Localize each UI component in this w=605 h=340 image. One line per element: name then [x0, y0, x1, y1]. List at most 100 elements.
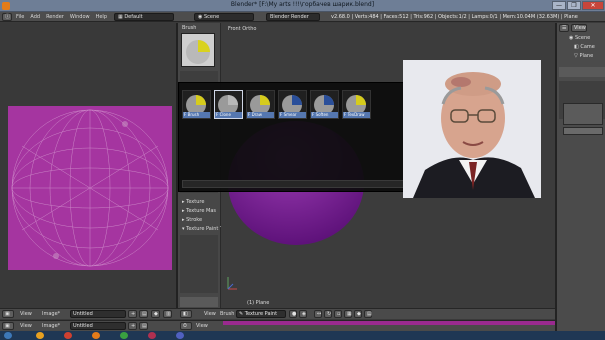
uv2-view-menu[interactable]: View	[20, 323, 32, 329]
brush-tile-smear[interactable]: F Smear	[278, 90, 307, 119]
minimize-button[interactable]: —	[552, 1, 566, 10]
layers-icon[interactable]: ▦	[344, 310, 352, 318]
viewport-shading-icon[interactable]: ●	[289, 310, 297, 318]
brush-panel-title: Brush	[182, 25, 197, 31]
uv-image-menu[interactable]: Image*	[42, 311, 60, 317]
recorder-taskbar-icon[interactable]	[176, 332, 184, 339]
uv-texture-image[interactable]	[8, 106, 172, 270]
properties-field[interactable]	[563, 103, 603, 125]
media-taskbar-icon[interactable]	[148, 332, 156, 339]
outliner-item-camera[interactable]: ◧ Came	[574, 44, 595, 50]
brush-tile-draw[interactable]: F Draw	[246, 90, 275, 119]
brush-draw-icon	[247, 91, 274, 115]
blender-taskbar-icon[interactable]	[92, 332, 100, 339]
outliner-view-menu[interactable]: View	[571, 24, 587, 32]
menu-render[interactable]: Render	[46, 14, 64, 20]
brush-tile-brush[interactable]: F Brush	[182, 90, 211, 119]
menu-help[interactable]: Help	[96, 14, 107, 20]
editor-type-icon[interactable]: ⓘ	[2, 13, 12, 21]
manipulator-rotate-icon[interactable]: ↻	[324, 310, 332, 318]
uv2-editor-type-icon[interactable]: ▣	[2, 322, 14, 330]
app-taskbar-icon[interactable]	[120, 332, 128, 339]
tool-shelf-footer	[180, 297, 218, 307]
panel-texture-mask[interactable]: ▸ Texture Mas	[182, 208, 216, 214]
brush-preview[interactable]	[181, 33, 215, 67]
explorer-icon[interactable]	[36, 332, 44, 339]
browser-icon[interactable]	[64, 332, 72, 339]
uv-view-menu[interactable]: View	[20, 311, 32, 317]
properties-tabs[interactable]	[559, 67, 605, 77]
uv-editor-header: ▣ View Image* Untitled + ▤ ◆ ▥	[0, 308, 178, 319]
timeline-range-bar[interactable]	[223, 321, 555, 325]
presenter-portrait-icon	[403, 60, 541, 198]
uv-open-image-button[interactable]: ▤	[139, 310, 148, 318]
uv-pin-icon[interactable]: ◆	[151, 310, 160, 318]
brush-label: F Brush	[183, 112, 210, 118]
maximize-button[interactable]: ❐	[567, 1, 581, 10]
panel-stroke[interactable]: ▸ Stroke	[182, 217, 202, 223]
uv2-open-image-button[interactable]: ▤	[139, 322, 148, 330]
properties-button[interactable]	[563, 127, 603, 135]
axis-gizmo-icon	[227, 277, 237, 290]
render-engine-selector[interactable]: Blender Render	[266, 13, 320, 21]
uv-editor-header-secondary: ▣ View Image* Untitled + ▤	[0, 320, 178, 331]
brush-tile-texdraw[interactable]: F TexDraw	[342, 90, 371, 119]
panel-texture-paint-tools[interactable]: ▾ Texture Paint To	[182, 226, 225, 232]
uv2-new-image-button[interactable]: +	[128, 322, 137, 330]
window-title-bar: Blender* [F:\My arts !!!\горбачев шарик.…	[0, 0, 605, 12]
brush-tile-clone[interactable]: F Clone	[214, 90, 243, 119]
brush-soften-icon	[311, 91, 338, 115]
outliner-item-scene[interactable]: ◉ Scene	[569, 35, 590, 41]
outliner-item-plane[interactable]: ▽ Plane	[574, 53, 593, 59]
blender-window: Blender* [F:\My arts !!!\горбачев шарик.…	[0, 0, 605, 340]
menu-window[interactable]: Window	[70, 14, 90, 20]
uv-grid-icon	[11, 109, 169, 267]
uv-new-image-button[interactable]: +	[128, 310, 137, 318]
viewport-brush-menu[interactable]: Brush	[220, 311, 234, 317]
brush-label: F Soften	[311, 112, 338, 118]
snap-icon[interactable]: ◆	[354, 310, 362, 318]
window-title: Blender* [F:\My arts !!!\горбачев шарик.…	[230, 1, 375, 8]
uv-editor-type-icon[interactable]: ▣	[2, 310, 14, 318]
start-button-icon[interactable]	[4, 332, 12, 339]
viewport-view-menu[interactable]: View	[204, 311, 216, 317]
viewport-header: ◧ View Brush ✎ Texture Paint ● ◈ ↔ ↻ ▫ ▦…	[178, 308, 555, 319]
viewport-editor-type-icon[interactable]: ◧	[180, 310, 192, 318]
menu-add[interactable]: Add	[30, 14, 40, 20]
brush-clone-icon	[215, 91, 242, 115]
brush-brush-icon	[183, 91, 210, 115]
scene-stats: v2.68.0 | Verts:484 | Faces:512 | Tris:9…	[331, 14, 578, 20]
outliner: ☰ View ◉ Scene ◧ Came ▽ Plane	[555, 23, 605, 331]
uv-image-name-field[interactable]: Untitled	[70, 310, 126, 318]
timeline-view-menu[interactable]: View	[196, 323, 208, 329]
brush-label: F Clone	[215, 112, 242, 118]
pivot-icon[interactable]: ◈	[299, 310, 307, 318]
tool-shelf-lower-panel	[180, 235, 218, 293]
windows-taskbar	[0, 331, 605, 340]
presenter-photo	[403, 60, 541, 198]
layout-selector[interactable]: ▦ Default	[114, 13, 174, 21]
viewport-object-label: (1) Plane	[247, 300, 270, 306]
brush-selector-popup: F Brush F Clone F Draw F Smear F Soften F Tex…	[178, 82, 433, 192]
menu-file[interactable]: File	[16, 14, 24, 20]
uv-pack-icon[interactable]: ▥	[163, 310, 172, 318]
brush-label: F TexDraw	[343, 112, 370, 118]
render-preview-icon[interactable]: ▤	[364, 310, 372, 318]
manipulator-translate-icon[interactable]: ↔	[314, 310, 322, 318]
interaction-mode-selector[interactable]: ✎ Texture Paint	[236, 310, 286, 318]
brush-smear-icon	[279, 91, 306, 115]
uv-image-editor[interactable]	[0, 23, 178, 308]
scene-selector[interactable]: ◉ Scene	[194, 13, 254, 21]
timeline-editor-type-icon[interactable]: ⏱	[180, 322, 192, 330]
uv2-image-menu[interactable]: Image*	[42, 323, 60, 329]
manipulator-scale-icon[interactable]: ▫	[334, 310, 342, 318]
info-header: ⓘ File Add Render Window Help ▦ Default …	[0, 12, 605, 22]
brush-tile-soften[interactable]: F Soften	[310, 90, 339, 119]
close-button[interactable]: ✕	[582, 1, 604, 10]
outliner-editor-type-icon[interactable]: ☰	[559, 24, 569, 32]
uv2-image-name-field[interactable]: Untitled	[70, 322, 126, 330]
panel-texture[interactable]: ▸ Texture	[182, 199, 204, 205]
brush-texdraw-icon	[343, 91, 370, 115]
brush-label: F Draw	[247, 112, 274, 118]
brush-search-field[interactable]	[182, 180, 431, 188]
